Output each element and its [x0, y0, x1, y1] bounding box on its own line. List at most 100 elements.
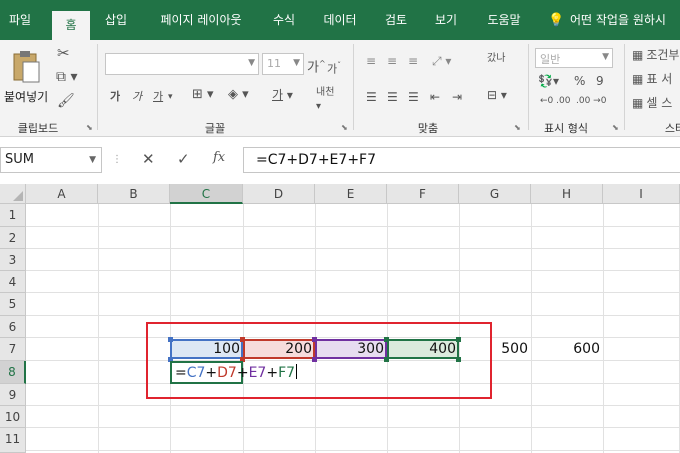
row-header-4[interactable]: 4	[0, 271, 26, 293]
column-header-i[interactable]: I	[603, 184, 680, 204]
font-size-combo[interactable]: 11 ▼	[262, 53, 304, 75]
align-bottom-icon[interactable]: ≡	[408, 54, 418, 68]
percent-button[interactable]: %	[574, 74, 585, 88]
active-cell-c8[interactable]: =C7+D7+E7+F7	[170, 361, 298, 384]
tab-review[interactable]: 검토	[376, 0, 416, 40]
group-divider	[353, 44, 354, 130]
gridline	[531, 204, 532, 453]
format-painter-icon[interactable]: 🖌	[57, 94, 75, 108]
formula-input[interactable]: =C7+D7+E7+F7	[243, 147, 680, 173]
clipboard-launcher-icon[interactable]: ⬊	[86, 123, 93, 132]
tell-me-search[interactable]: 💡 어떤 작업을 원하시	[548, 0, 666, 40]
worksheet-grid[interactable]: A B C D E F G H I 1 2 3 4 5 6 7 8 9 10 1…	[0, 184, 680, 453]
borders-icon[interactable]: ⊞ ▾	[192, 88, 214, 102]
ribbon-tab-bar: 파일 홈 삽입 페이지 레이아웃 수식 데이터 검토 보기 도움말 💡 어떤 작업…	[0, 0, 680, 40]
tab-help[interactable]: 도움말	[478, 0, 530, 40]
ribbon-home: 붙여넣기 ✂ ⧉ ▾ 🖌 클립보드 ⬊ ▼ 11 ▼ 가^ 가ˇ 가 가 가 ▾ …	[0, 40, 680, 137]
name-box[interactable]: SUM ▼	[0, 147, 102, 173]
increase-decimal-icon[interactable]: ←0 .00	[540, 94, 570, 108]
decrease-indent-icon[interactable]: ⇤	[430, 90, 440, 104]
column-header-h[interactable]: H	[531, 184, 603, 204]
orientation-icon[interactable]: ⤢ ▾	[432, 54, 451, 68]
tab-view[interactable]: 보기	[426, 0, 466, 40]
row-header-2[interactable]: 2	[0, 227, 26, 249]
font-name-combo[interactable]: ▼	[105, 53, 259, 75]
row-header-10[interactable]: 10	[0, 406, 26, 428]
italic-button[interactable]: 가	[132, 90, 142, 104]
enter-icon[interactable]: ✓	[177, 150, 190, 168]
column-header-g[interactable]: G	[459, 184, 531, 204]
column-header-d[interactable]: D	[243, 184, 315, 204]
column-header-e[interactable]: E	[315, 184, 387, 204]
row-header-8[interactable]: 8	[0, 361, 26, 384]
row-header-9[interactable]: 9	[0, 384, 26, 406]
merge-center-icon[interactable]: ⊟ ▾	[487, 88, 507, 102]
conditional-format-button[interactable]: ▦ 조건부	[632, 48, 679, 62]
lightbulb-icon: 💡	[548, 13, 565, 28]
align-left-icon[interactable]: ☰	[366, 90, 377, 104]
chevron-down-icon: ▼	[602, 52, 609, 62]
align-center-icon[interactable]: ☰	[387, 90, 398, 104]
align-right-icon[interactable]: ☰	[408, 90, 419, 104]
splitter-handle[interactable]: ⋮	[112, 154, 122, 165]
gridline	[98, 204, 99, 453]
group-divider	[624, 44, 625, 130]
font-color-button[interactable]: 가 ▾	[272, 88, 293, 102]
formula-bar: SUM ▼ ⋮ ✕ ✓ fx =C7+D7+E7+F7	[0, 137, 680, 184]
column-header-a[interactable]: A	[26, 184, 98, 204]
group-divider	[528, 44, 529, 130]
number-format-combo[interactable]: 일반 ▼	[535, 48, 613, 68]
cell-styles-button[interactable]: ▦ 셀 스	[632, 96, 672, 110]
font-launcher-icon[interactable]: ⬊	[341, 123, 348, 132]
tab-page-layout[interactable]: 페이지 레이아웃	[148, 0, 254, 40]
row-header-7[interactable]: 7	[0, 338, 26, 361]
row-header-6[interactable]: 6	[0, 316, 26, 338]
paste-label: 붙여넣기	[4, 90, 49, 104]
underline-button[interactable]: 가	[153, 90, 163, 104]
group-divider	[97, 44, 98, 130]
text-cursor	[296, 364, 298, 379]
select-all-button[interactable]	[0, 184, 26, 204]
phonetic-button[interactable]: 내천 ▾	[316, 86, 334, 114]
underline-dropdown-icon[interactable]: ▾	[168, 90, 173, 104]
row-header-5[interactable]: 5	[0, 293, 26, 316]
decrease-decimal-icon[interactable]: .00 →0	[576, 94, 606, 108]
insert-function-button[interactable]: fx	[213, 150, 225, 165]
paste-button[interactable]: 붙여넣기	[4, 46, 49, 104]
number-launcher-icon[interactable]: ⬊	[612, 123, 619, 132]
column-header-b[interactable]: B	[98, 184, 170, 204]
tell-me-text: 어떤 작업을 원하시	[570, 13, 666, 27]
row-header-11[interactable]: 11	[0, 428, 26, 453]
gridline	[26, 292, 680, 293]
column-header-c[interactable]: C	[170, 184, 243, 204]
increase-indent-icon[interactable]: ⇥	[452, 90, 462, 104]
column-header-f[interactable]: F	[387, 184, 459, 204]
tab-file[interactable]: 파일	[0, 0, 40, 40]
clipboard-icon	[13, 51, 40, 83]
copy-icon[interactable]: ⧉ ▾	[56, 70, 77, 84]
tab-insert[interactable]: 삽입	[96, 0, 136, 40]
row-header-3[interactable]: 3	[0, 249, 26, 271]
tab-data[interactable]: 데이터	[316, 0, 364, 40]
accounting-format-icon[interactable]: 💱▾	[538, 74, 559, 88]
gridline	[26, 450, 680, 451]
styles-group-label: 스타	[664, 122, 680, 135]
tab-home[interactable]: 홈	[52, 11, 90, 40]
bold-button[interactable]: 가	[110, 90, 120, 104]
align-middle-icon[interactable]: ≡	[387, 54, 397, 68]
wrap-text-button[interactable]: 갔나	[487, 52, 505, 66]
row-header-1[interactable]: 1	[0, 204, 26, 227]
format-as-table-button[interactable]: ▦ 표 서	[632, 72, 672, 86]
gridline	[603, 204, 604, 453]
tab-formulas[interactable]: 수식	[264, 0, 304, 40]
align-top-icon[interactable]: ≡	[366, 54, 376, 68]
cell-h7[interactable]: 600	[531, 341, 603, 357]
comma-button[interactable]: 9	[596, 74, 604, 88]
fill-color-icon[interactable]: ◈ ▾	[228, 88, 249, 102]
cancel-icon[interactable]: ✕	[142, 150, 155, 168]
grow-font-button[interactable]: 가^	[307, 57, 326, 75]
excel-window: 파일 홈 삽입 페이지 레이아웃 수식 데이터 검토 보기 도움말 💡 어떤 작업…	[0, 0, 680, 453]
shrink-font-button[interactable]: 가ˇ	[327, 59, 341, 77]
alignment-launcher-icon[interactable]: ⬊	[514, 123, 521, 132]
cut-icon[interactable]: ✂	[57, 46, 70, 61]
